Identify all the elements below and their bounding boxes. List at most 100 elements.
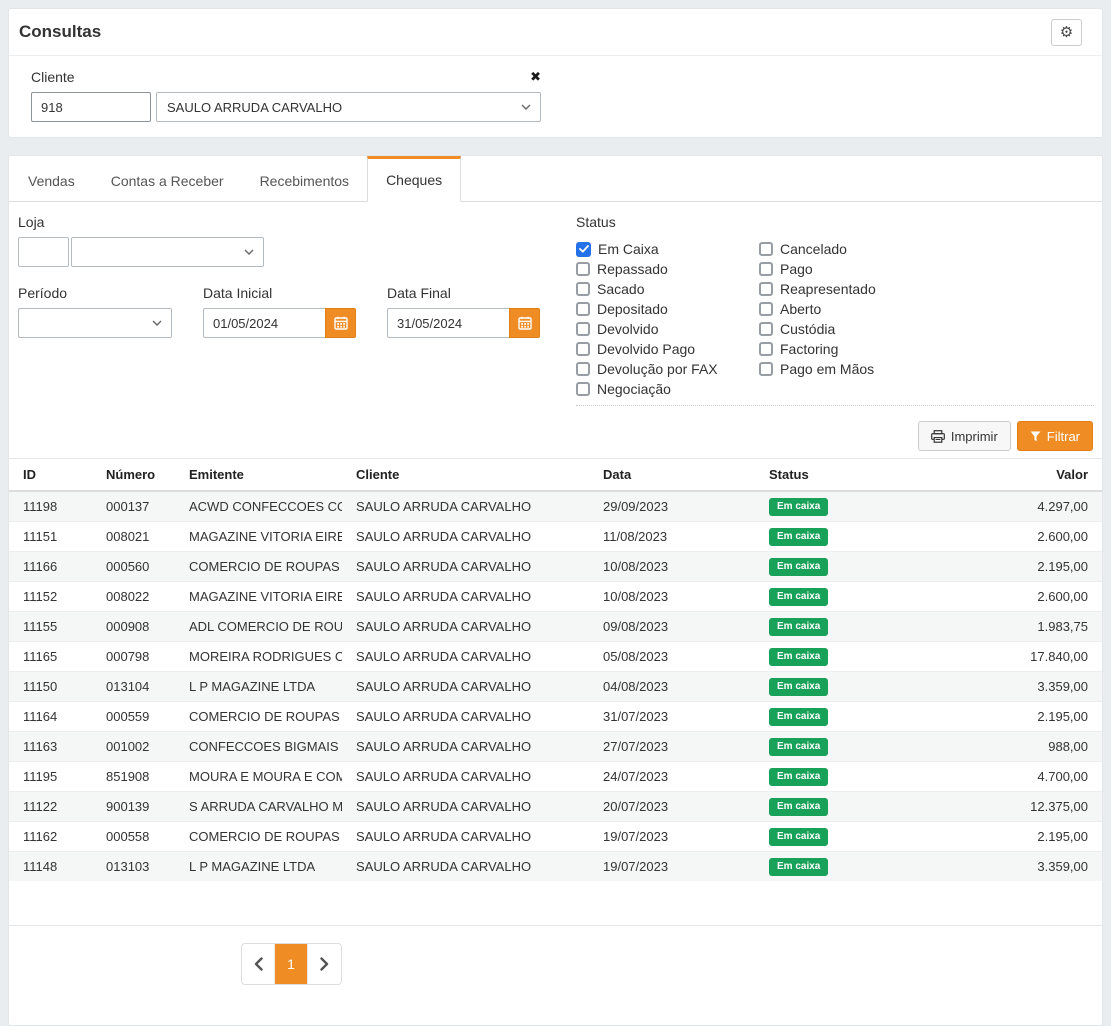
loja-label: Loja xyxy=(18,214,576,230)
cell-cliente: SAULO ARRUDA CARVALHO xyxy=(342,702,589,732)
checkbox-unchecked-icon xyxy=(576,262,590,276)
table-row[interactable]: 11164000559COMERCIO DE ROUPAS NOV…SAULO … xyxy=(9,702,1102,732)
cell-emitente: S ARRUDA CARVALHO ME xyxy=(175,792,342,822)
data-final-input[interactable] xyxy=(387,308,510,338)
status-checkbox-reapresentado[interactable]: Reapresentado xyxy=(759,279,876,299)
status-badge: Em caixa xyxy=(769,828,828,846)
column-header-valor: Valor xyxy=(905,459,1102,492)
status-checkbox-devolucao-por-fax[interactable]: Devolução por FAX xyxy=(576,359,759,379)
print-button[interactable]: Imprimir xyxy=(918,421,1011,451)
table-row[interactable]: 11166000560COMERCIO DE ROUPAS NOV…SAULO … xyxy=(9,552,1102,582)
calendar-icon xyxy=(518,316,532,330)
status-checkbox-sacado[interactable]: Sacado xyxy=(576,279,759,299)
status-checkbox-devolvido-pago[interactable]: Devolvido Pago xyxy=(576,339,759,359)
status-checkbox-aberto[interactable]: Aberto xyxy=(759,299,876,319)
cell-data: 10/08/2023 xyxy=(589,582,755,612)
loja-code-input[interactable] xyxy=(18,237,69,267)
status-checkbox-label: Aberto xyxy=(780,301,821,317)
cell-numero: 000137 xyxy=(92,491,175,522)
data-final-calendar-button[interactable] xyxy=(509,308,540,338)
loja-select[interactable] xyxy=(71,237,264,267)
table-row[interactable]: 11163001002CONFECCOES BIGMAIS COM…SAULO … xyxy=(9,732,1102,762)
pagination-prev-button[interactable] xyxy=(242,944,275,984)
status-checkbox-pago[interactable]: Pago xyxy=(759,259,876,279)
cell-numero: 000559 xyxy=(92,702,175,732)
table-row[interactable]: 11155000908ADL COMERCIO DE ROUPAS …SAULO… xyxy=(9,612,1102,642)
status-checkbox-repassado[interactable]: Repassado xyxy=(576,259,759,279)
table-row[interactable]: 11122900139S ARRUDA CARVALHO MESAULO ARR… xyxy=(9,792,1102,822)
status-checkbox-depositado[interactable]: Depositado xyxy=(576,299,759,319)
column-header-numero: Número xyxy=(92,459,175,492)
pagination-next-button[interactable] xyxy=(308,944,341,984)
tab-contas-a-receber[interactable]: Contas a Receber xyxy=(93,156,242,202)
status-checkbox-label: Custódia xyxy=(780,321,835,337)
status-checkbox-label: Devolução por FAX xyxy=(597,361,718,377)
client-code-input[interactable] xyxy=(31,92,151,122)
cell-id: 11195 xyxy=(9,762,92,792)
cell-emitente: MOREIRA RODRIGUES COME… xyxy=(175,642,342,672)
client-section: Cliente ✖ SAULO ARRUDA CARVALHO xyxy=(9,56,1102,137)
cell-numero: 000560 xyxy=(92,552,175,582)
cell-emitente: L P MAGAZINE LTDA xyxy=(175,672,342,702)
cell-cliente: SAULO ARRUDA CARVALHO xyxy=(342,792,589,822)
cell-id: 11166 xyxy=(9,552,92,582)
table-row[interactable]: 11152008022MAGAZINE VITORIA EIRELI MESAU… xyxy=(9,582,1102,612)
status-checkbox-label: Factoring xyxy=(780,341,838,357)
status-badge: Em caixa xyxy=(769,708,828,726)
cell-status: Em caixa xyxy=(755,522,905,552)
status-checkbox-factoring[interactable]: Factoring xyxy=(759,339,876,359)
status-checkbox-label: Em Caixa xyxy=(598,241,659,257)
table-row[interactable]: 11150013104L P MAGAZINE LTDASAULO ARRUDA… xyxy=(9,672,1102,702)
filter-area: Loja Período Data Inicial xyxy=(9,202,1102,406)
close-icon[interactable]: ✖ xyxy=(530,69,541,85)
table-row[interactable]: 11148013103L P MAGAZINE LTDASAULO ARRUDA… xyxy=(9,852,1102,882)
checkbox-unchecked-icon xyxy=(759,282,773,296)
cell-numero: 000908 xyxy=(92,612,175,642)
table-row[interactable]: 11162000558COMERCIO DE ROUPAS NOV…SAULO … xyxy=(9,822,1102,852)
settings-button[interactable]: ⚙ xyxy=(1051,19,1082,46)
pagination-page-1[interactable]: 1 xyxy=(275,944,308,984)
status-checkbox-devolvido[interactable]: Devolvido xyxy=(576,319,759,339)
cell-status: Em caixa xyxy=(755,822,905,852)
table-row[interactable]: 11195851908MOURA E MOURA E COM VAR…SAULO… xyxy=(9,762,1102,792)
checkbox-unchecked-icon xyxy=(759,262,773,276)
data-inicial-input[interactable] xyxy=(203,308,326,338)
status-badge: Em caixa xyxy=(769,678,828,696)
cell-status: Em caixa xyxy=(755,491,905,522)
table-row[interactable]: 11151008021MAGAZINE VITORIA EIRELI MESAU… xyxy=(9,522,1102,552)
data-inicial-calendar-button[interactable] xyxy=(325,308,356,338)
status-checkbox-pago-em-maos[interactable]: Pago em Mãos xyxy=(759,359,876,379)
status-checkbox-label: Repassado xyxy=(597,261,668,277)
cell-emitente: COMERCIO DE ROUPAS NOV… xyxy=(175,702,342,732)
client-select[interactable]: SAULO ARRUDA CARVALHO xyxy=(156,92,541,122)
tab-cheques[interactable]: Cheques xyxy=(367,156,461,202)
cell-cliente: SAULO ARRUDA CARVALHO xyxy=(342,672,589,702)
cell-cliente: SAULO ARRUDA CARVALHO xyxy=(342,852,589,882)
tab-vendas[interactable]: Vendas xyxy=(10,156,93,202)
cell-id: 11165 xyxy=(9,642,92,672)
filter-icon xyxy=(1030,431,1041,442)
status-checkbox-em-caixa[interactable]: Em Caixa xyxy=(576,239,759,259)
filter-button[interactable]: Filtrar xyxy=(1017,421,1093,451)
filter-button-label: Filtrar xyxy=(1047,429,1080,444)
cell-numero: 001002 xyxy=(92,732,175,762)
cell-cliente: SAULO ARRUDA CARVALHO xyxy=(342,642,589,672)
table-row[interactable]: 11165000798MOREIRA RODRIGUES COME…SAULO … xyxy=(9,642,1102,672)
table-row[interactable]: 11198000137ACWD CONFECCOES COMER…SAULO A… xyxy=(9,491,1102,522)
cell-cliente: SAULO ARRUDA CARVALHO xyxy=(342,822,589,852)
checkbox-unchecked-icon xyxy=(759,342,773,356)
status-checkbox-cancelado[interactable]: Cancelado xyxy=(759,239,876,259)
status-checkbox-custodia[interactable]: Custódia xyxy=(759,319,876,339)
cell-data: 20/07/2023 xyxy=(589,792,755,822)
client-label: Cliente xyxy=(31,69,75,85)
cell-valor: 4.297,00 xyxy=(905,491,1102,522)
status-badge: Em caixa xyxy=(769,618,828,636)
cell-numero: 851908 xyxy=(92,762,175,792)
checkbox-checked-icon xyxy=(576,242,591,257)
tab-recebimentos[interactable]: Recebimentos xyxy=(242,156,368,202)
periodo-select[interactable] xyxy=(18,308,172,338)
status-badge: Em caixa xyxy=(769,558,828,576)
status-checkbox-negociacao[interactable]: Negociação xyxy=(576,379,759,399)
cell-id: 11148 xyxy=(9,852,92,882)
cell-valor: 2.600,00 xyxy=(905,522,1102,552)
